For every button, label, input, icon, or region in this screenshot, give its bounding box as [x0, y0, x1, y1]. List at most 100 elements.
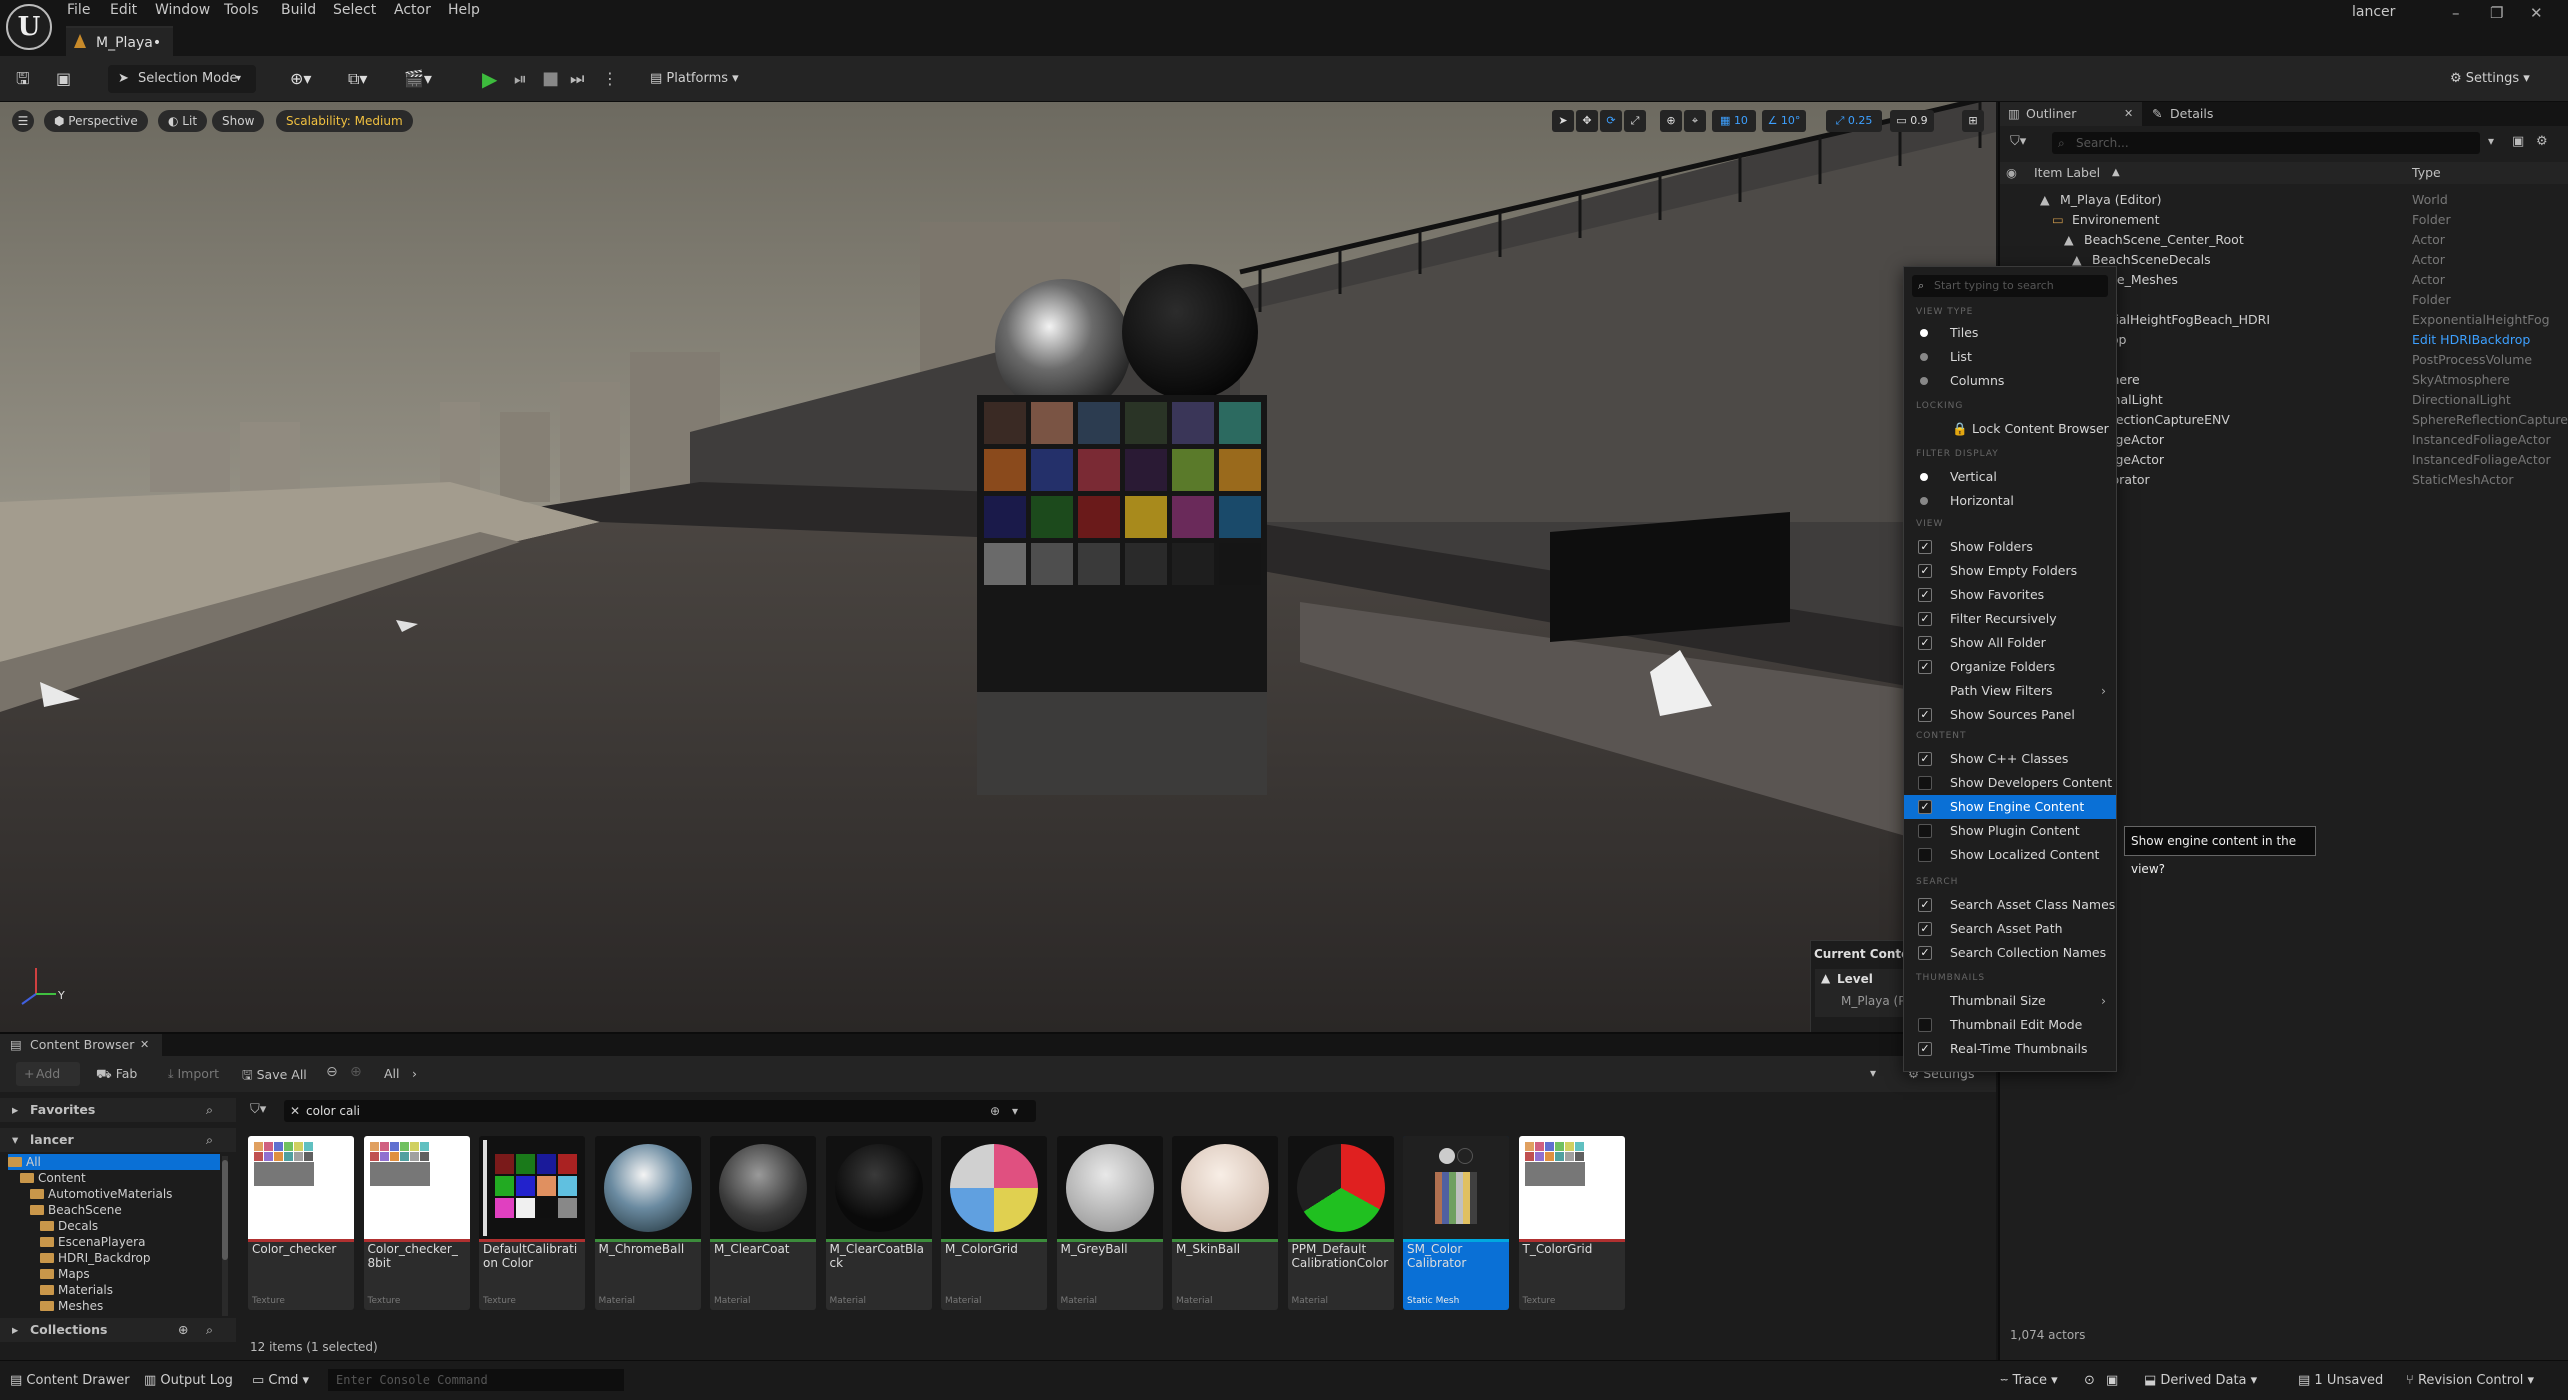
outliner-row[interactable]: ▲ BeachScene_Center_Root Actor [2000, 230, 2568, 250]
content-browse-icon[interactable]: ▣ [56, 65, 71, 93]
outliner-row[interactable]: ▭ Environement Folder [2000, 210, 2568, 230]
menu-file[interactable]: File [67, 2, 90, 18]
screenshot-icon[interactable]: ▣ [2106, 1373, 2118, 1388]
user-section[interactable]: ▾ lancer ⌕ [0, 1128, 236, 1152]
breadcrumb-all[interactable]: All [384, 1066, 400, 1081]
asset-tile-t-colorgrid[interactable]: T_ColorGrid Texture [1518, 1136, 1625, 1310]
rotation-snap-toggle[interactable]: ∠ 10° [1762, 110, 1806, 132]
tree-folder-beachscene[interactable]: BeachScene [30, 1202, 122, 1218]
asset-tile-m-skinball[interactable]: M_SkinBall Material [1172, 1136, 1278, 1310]
filter-icon[interactable]: ⛉▾ [250, 1102, 266, 1117]
revision-control-dropdown[interactable]: ⑂ Revision Control ▾ [2406, 1373, 2534, 1388]
asset-tile-defaultcalibration-color[interactable]: DefaultCalibration Color Texture [479, 1136, 585, 1310]
step-icon[interactable]: ⏯ [514, 65, 527, 93]
checkbox-icon[interactable]: ✓ [1918, 708, 1932, 722]
lit-button[interactable]: ◐ Lit [158, 110, 208, 132]
scalability-badge[interactable]: Scalability: Medium [276, 110, 413, 132]
scale-tool-icon[interactable]: ⤢ [1624, 110, 1646, 132]
select-tool-icon[interactable]: ➤ [1552, 110, 1574, 132]
breadcrumb-arrow-icon[interactable]: › [412, 1066, 417, 1081]
menu-item-filter-recursively[interactable]: ✓ Filter Recursively [1904, 607, 2116, 631]
tree-scrollbar-thumb[interactable] [222, 1160, 228, 1260]
clear-search-icon[interactable]: ✕ [290, 1100, 300, 1122]
favorites-section[interactable]: ▸ Favorites ⌕ [0, 1098, 236, 1122]
menu-item-show-engine-content[interactable]: ✓ Show Engine Content [1904, 795, 2116, 819]
import-button[interactable]: ⤓ Import [168, 1066, 219, 1082]
menu-item-organize-folders[interactable]: ✓ Organize Folders [1904, 655, 2116, 679]
save-all-button[interactable]: 🖫 Save All [242, 1066, 307, 1087]
console-input[interactable]: Enter Console Command [328, 1369, 624, 1391]
asset-tile-m-clearcoat[interactable]: M_ClearCoat Material [710, 1136, 816, 1310]
record-icon[interactable]: ⊙ [2084, 1373, 2095, 1388]
checkbox-icon[interactable]: ✓ [1918, 588, 1932, 602]
show-button[interactable]: Show [212, 110, 265, 132]
viewport-menu-icon[interactable]: ☰ [12, 110, 34, 132]
menu-item-real-time-thumbnails[interactable]: ✓ Real-Time Thumbnails [1904, 1037, 2116, 1061]
tree-folder-materials[interactable]: Materials [40, 1282, 113, 1298]
forward-icon[interactable]: ⊕ [350, 1064, 362, 1080]
menu-item-show-c-classes[interactable]: ✓ Show C++ Classes [1904, 747, 2116, 771]
minimize-icon[interactable]: – [2452, 4, 2460, 22]
menu-item-show-plugin-content[interactable]: Show Plugin Content [1904, 819, 2116, 843]
menu-item-search-collection-names[interactable]: ✓ Search Collection Names [1904, 941, 2116, 965]
menu-item-vertical[interactable]: Vertical [1904, 465, 2116, 489]
menu-window[interactable]: Window [155, 2, 210, 18]
tree-folder-automotivematerials[interactable]: AutomotiveMaterials [30, 1186, 172, 1202]
level-tab[interactable]: M_Playa• [66, 26, 174, 56]
tab-outliner[interactable]: ▥ Outliner ✕ [2000, 102, 2142, 126]
perspective-button[interactable]: ⬢ Perspective [44, 110, 148, 132]
menu-help[interactable]: Help [448, 2, 480, 18]
checkbox-icon[interactable]: ✓ [1918, 946, 1932, 960]
menu-item-horizontal[interactable]: Horizontal [1904, 489, 2116, 513]
tab-details[interactable]: ✎ Details [2148, 102, 2213, 126]
menu-item-list[interactable]: List [1904, 345, 2116, 369]
menu-item-show-folders[interactable]: ✓ Show Folders [1904, 535, 2116, 559]
level-viewport[interactable]: Y ☰ ⬢ Perspective ◐ Lit Show Scalability… [0, 102, 1996, 1032]
menu-actor[interactable]: Actor [394, 2, 431, 18]
eject-icon[interactable]: ⏭ [570, 65, 584, 93]
tree-folder-meshes[interactable]: Meshes [40, 1298, 103, 1314]
asset-tile-color-checker-8bit[interactable]: Color_checker_ 8bit Texture [363, 1136, 470, 1310]
checkbox-icon[interactable] [1918, 824, 1932, 838]
menu-tools[interactable]: Tools [224, 2, 259, 18]
asset-tile-m-clearcoatblack[interactable]: M_ClearCoatBlack Material [825, 1136, 932, 1310]
add-actor-icon[interactable]: ⊕▾ [290, 65, 311, 93]
menu-item-search-asset-path[interactable]: ✓ Search Asset Path [1904, 917, 2116, 941]
menu-item-show-empty-folders[interactable]: ✓ Show Empty Folders [1904, 559, 2116, 583]
stop-icon[interactable]: ■ [542, 65, 559, 93]
cinematics-icon[interactable]: 🎬▾ [404, 65, 432, 93]
fab-button[interactable]: ⛟ Fab [96, 1066, 137, 1083]
checkbox-icon[interactable]: ✓ [1918, 660, 1932, 674]
search-icon[interactable]: ⌕ [206, 1098, 213, 1122]
asset-tile-m-greyball[interactable]: M_GreyBall Material [1056, 1136, 1163, 1310]
menu-edit[interactable]: Edit [110, 2, 137, 18]
more-options-icon[interactable]: ⋮ [602, 65, 618, 93]
chevron-down-icon[interactable]: ▾ [2488, 134, 2494, 148]
filter-icon[interactable]: ⛉▾ [2010, 134, 2026, 149]
asset-tile-color-checker[interactable]: Color_checker Texture [248, 1136, 354, 1310]
tree-folder-hdri-backdrop[interactable]: HDRI_Backdrop [40, 1250, 151, 1266]
checkbox-icon[interactable] [1918, 848, 1932, 862]
grid-snap-toggle[interactable]: ▦ 10 [1712, 110, 1756, 132]
menu-item-show-localized-content[interactable]: Show Localized Content [1904, 843, 2116, 867]
checkbox-icon[interactable]: ✓ [1918, 612, 1932, 626]
checkbox-icon[interactable]: ✓ [1918, 636, 1932, 650]
checkbox-icon[interactable] [1918, 776, 1932, 790]
settings-button[interactable]: ⚙ Settings ▾ [2450, 65, 2530, 93]
add-search-icon[interactable]: ⊕ [990, 1100, 1000, 1122]
menu-item-thumbnail-size[interactable]: › Thumbnail Size [1904, 989, 2116, 1013]
translate-tool-icon[interactable]: ✥ [1576, 110, 1598, 132]
checkbox-icon[interactable] [1918, 1018, 1932, 1032]
save-icon[interactable]: 🖫 [16, 65, 30, 93]
close-tab-icon[interactable]: ✕ [140, 1034, 149, 1056]
rotate-tool-icon[interactable]: ⟳ [1600, 110, 1622, 132]
outliner-row-type[interactable]: Edit HDRIBackdrop [2412, 330, 2530, 350]
collections-section[interactable]: ▸ Collections ⊕ ⌕ [0, 1318, 236, 1342]
asset-search-input[interactable]: ✕ color cali ⊕ ▾ [284, 1100, 1036, 1122]
surface-snap-icon[interactable]: ⌖ [1684, 110, 1706, 132]
close-window-icon[interactable]: ✕ [2530, 4, 2543, 22]
checkbox-icon[interactable]: ✓ [1918, 800, 1932, 814]
maximize-icon[interactable]: ❐ [2490, 4, 2503, 22]
platforms-button[interactable]: ▤ Platforms ▾ [650, 65, 739, 93]
tab-content-browser[interactable]: ▤ Content Browser ✕ [0, 1034, 162, 1056]
